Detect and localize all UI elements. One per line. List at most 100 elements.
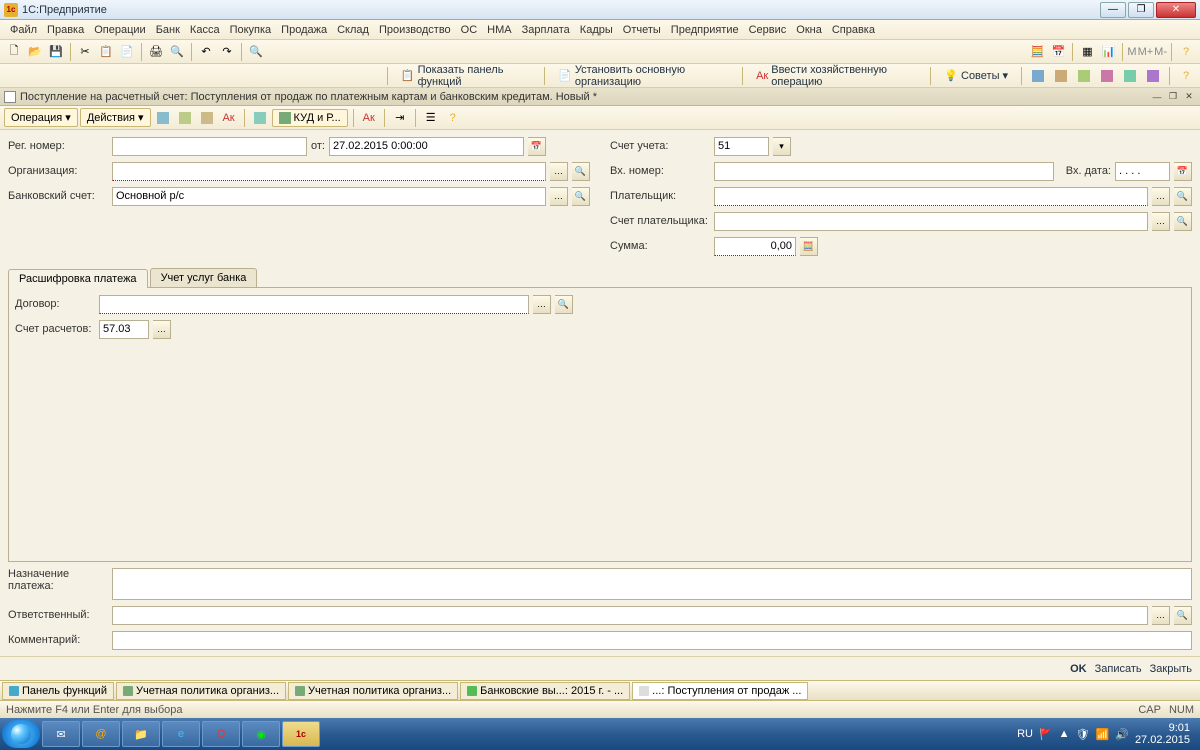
preview-icon[interactable]: 🔍 — [167, 42, 187, 62]
bank-account-input[interactable]: Основной р/с — [112, 187, 546, 206]
tray-sound-icon[interactable]: 🔊 — [1115, 728, 1129, 741]
contract-select-button[interactable]: … — [533, 295, 551, 314]
write-button[interactable]: Записать — [1095, 663, 1142, 675]
org-input[interactable] — [112, 162, 546, 181]
menu-bank[interactable]: Банк — [152, 22, 184, 38]
task-1c[interactable]: 1c — [282, 721, 320, 747]
contract-search-button[interactable]: 🔍 — [555, 295, 573, 314]
wtab-panel[interactable]: Панель функций — [2, 682, 114, 700]
menu-help[interactable]: Справка — [828, 22, 879, 38]
menu-purchase[interactable]: Покупка — [226, 22, 276, 38]
open-icon[interactable]: 📂 — [25, 42, 45, 62]
menu-enterprise[interactable]: Предприятие — [667, 22, 743, 38]
doc-minimize[interactable]: — — [1150, 90, 1164, 104]
maximize-button[interactable]: ❐ — [1128, 2, 1154, 18]
operation-dropdown[interactable]: Операция▾ — [4, 108, 78, 127]
menu-service[interactable]: Сервис — [745, 22, 791, 38]
payer-select-button[interactable]: … — [1152, 187, 1170, 206]
sum-input[interactable]: 0,00 — [714, 237, 796, 256]
doc-close[interactable]: ✕ — [1182, 90, 1196, 104]
contract-input[interactable] — [99, 295, 529, 314]
responsible-select-button[interactable]: … — [1152, 606, 1170, 625]
ok-button[interactable]: OK — [1070, 663, 1087, 675]
bank-account-select-button[interactable]: … — [550, 187, 568, 206]
tray-network-icon[interactable]: 📶 — [1096, 728, 1110, 741]
redo-icon[interactable]: ↷ — [217, 42, 237, 62]
in-date-input[interactable]: . . . . — [1115, 162, 1170, 181]
tab-payment-details[interactable]: Расшифровка платежа — [8, 269, 148, 288]
close-doc-button[interactable]: Закрыть — [1150, 663, 1192, 675]
menu-os[interactable]: ОС — [457, 22, 482, 38]
help-icon[interactable]: ? — [1176, 42, 1196, 62]
doc-tb-7[interactable]: ⇥ — [390, 108, 410, 128]
save-icon[interactable]: 💾 — [46, 42, 66, 62]
wtab-current[interactable]: ...: Поступления от продаж ... — [632, 682, 808, 700]
tb2-icon-3[interactable] — [1074, 66, 1094, 86]
responsible-search-button[interactable]: 🔍 — [1174, 606, 1192, 625]
bank-account-search-button[interactable]: 🔍 — [572, 187, 590, 206]
responsible-input[interactable] — [112, 606, 1148, 625]
tb2-icon-5[interactable] — [1120, 66, 1140, 86]
payment-purpose-input[interactable] — [112, 568, 1192, 600]
set-org-button[interactable]: 📄Установить основную организацию — [551, 61, 736, 91]
task-opera[interactable]: O — [202, 721, 240, 747]
tray-up-icon[interactable]: ▲ — [1059, 728, 1070, 740]
wtab-policy-1[interactable]: Учетная политика организ... — [116, 682, 286, 700]
tb2-icon-1[interactable] — [1028, 66, 1048, 86]
settlement-account-select-button[interactable]: … — [153, 320, 171, 339]
doc-tb-3[interactable] — [197, 108, 217, 128]
account-select[interactable]: 51 — [714, 137, 769, 156]
task-ie[interactable]: e — [162, 721, 200, 747]
date-input[interactable]: 27.02.2015 0:00:00 — [329, 137, 524, 156]
reg-number-input[interactable] — [112, 137, 307, 156]
new-doc-icon[interactable]: 🗋 — [4, 42, 24, 62]
find-icon[interactable]: 🔍 — [246, 42, 266, 62]
menu-kassa[interactable]: Касса — [186, 22, 224, 38]
tray-flag-icon[interactable]: 🚩 — [1039, 728, 1053, 741]
menu-stock[interactable]: Склад — [333, 22, 373, 38]
menu-reports[interactable]: Отчеты — [619, 22, 665, 38]
sum-calc-button[interactable]: 🧮 — [800, 237, 818, 256]
payer-account-search-button[interactable]: 🔍 — [1174, 212, 1192, 231]
tb2-icon-2[interactable] — [1051, 66, 1071, 86]
menu-hr[interactable]: Кадры — [576, 22, 617, 38]
task-mail[interactable]: @ — [82, 721, 120, 747]
show-panel-button[interactable]: 📋Показать панель функций — [394, 61, 538, 91]
doc-tb-help[interactable]: ? — [443, 108, 463, 128]
date-calendar-button[interactable]: 📅 — [528, 137, 546, 156]
menu-sale[interactable]: Продажа — [277, 22, 331, 38]
menu-salary[interactable]: Зарплата — [518, 22, 574, 38]
tb2-icon-6[interactable] — [1143, 66, 1163, 86]
doc-tb-4[interactable]: Ак — [219, 108, 239, 128]
payer-input[interactable] — [714, 187, 1148, 206]
payer-search-button[interactable]: 🔍 — [1174, 187, 1192, 206]
menu-nma[interactable]: НМА — [483, 22, 515, 38]
copy-icon[interactable]: 📋 — [96, 42, 116, 62]
payer-account-select-button[interactable]: … — [1152, 212, 1170, 231]
tab-bank-services[interactable]: Учет услуг банка — [150, 268, 258, 287]
settlement-account-input[interactable]: 57.03 — [99, 320, 149, 339]
undo-icon[interactable]: ↶ — [196, 42, 216, 62]
task-thunderbird[interactable]: ✉ — [42, 721, 80, 747]
in-date-calendar-button[interactable]: 📅 — [1174, 162, 1192, 181]
print-icon[interactable]: 🖨 — [146, 42, 166, 62]
wtab-bank[interactable]: Банковские вы...: 2015 г. - ... — [460, 682, 630, 700]
tb2-icon-4[interactable] — [1097, 66, 1117, 86]
doc-tb-1[interactable] — [153, 108, 173, 128]
menu-operations[interactable]: Операции — [90, 22, 149, 38]
close-button[interactable]: ✕ — [1156, 2, 1196, 18]
menu-edit[interactable]: Правка — [43, 22, 88, 38]
actions-dropdown[interactable]: Действия▾ — [80, 108, 151, 127]
tray-lang[interactable]: RU — [1017, 728, 1033, 740]
account-dropdown-button[interactable]: ▾ — [773, 137, 791, 156]
org-select-button[interactable]: … — [550, 162, 568, 181]
tb2-help-icon[interactable]: ? — [1176, 66, 1196, 86]
chart-icon[interactable]: 📊 — [1098, 42, 1118, 62]
calendar-icon[interactable]: 📅 — [1048, 42, 1068, 62]
cut-icon[interactable]: ✂ — [75, 42, 95, 62]
tray-shield-icon[interactable]: 🛡 — [1076, 728, 1090, 741]
doc-tb-8[interactable]: ☰ — [421, 108, 441, 128]
start-button[interactable] — [2, 720, 40, 748]
grid-icon[interactable]: ▦ — [1077, 42, 1097, 62]
doc-restore[interactable]: ❐ — [1166, 90, 1180, 104]
